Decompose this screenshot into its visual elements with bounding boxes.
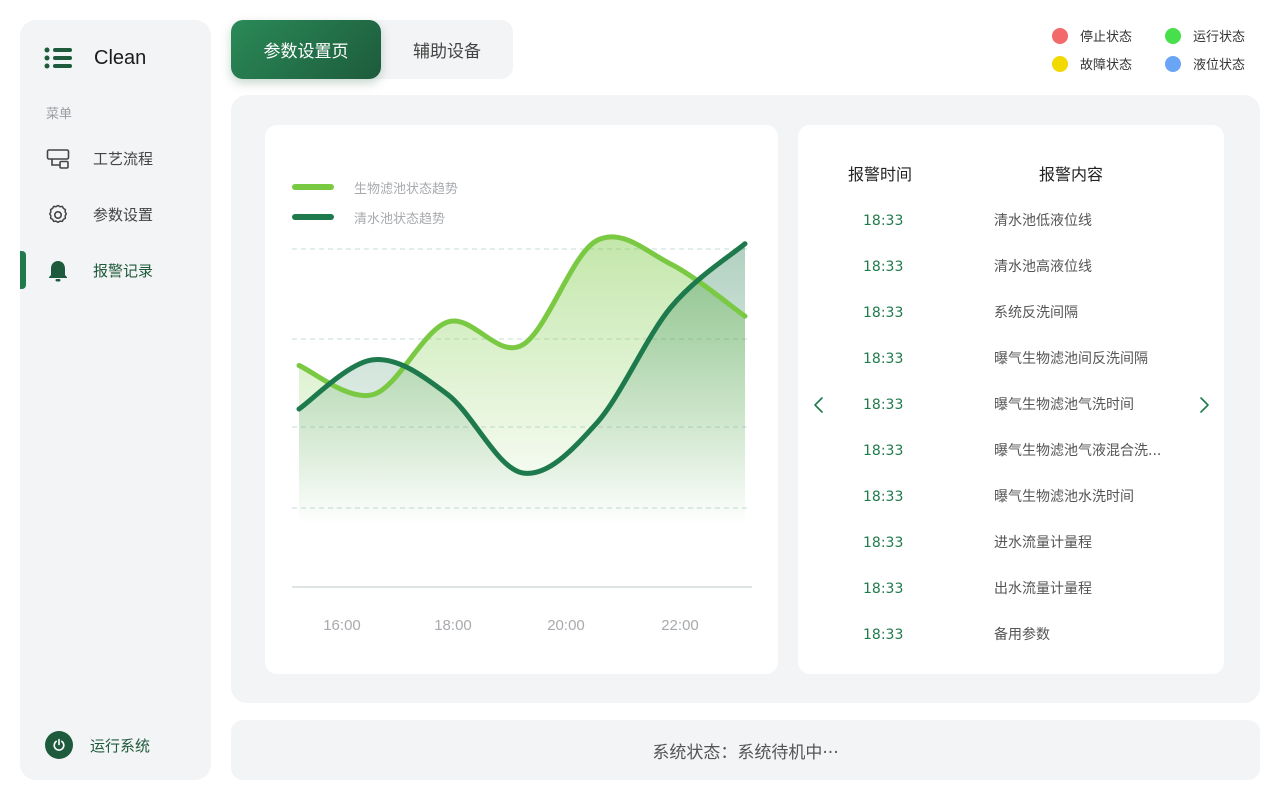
process-flow-icon — [46, 149, 70, 169]
status-legend-item: 停止状态 — [1052, 26, 1132, 45]
status-legend-label: 液位状态 — [1193, 58, 1246, 73]
alarm-row: 18:33 曝气生物滤池气液混合洗... — [798, 428, 1224, 474]
chevron-right-icon[interactable] — [1194, 395, 1214, 415]
alarm-time-header: 报警时间 — [848, 165, 913, 184]
alarm-time: 18:33 — [863, 443, 904, 459]
tab-parameter-settings[interactable]: 参数设置页 — [231, 20, 381, 79]
sidebar-item-label: 参数设置 — [93, 206, 154, 224]
x-tick-label: 22:00 — [661, 617, 699, 634]
alarm-row: 18:33 出水流量计量程 — [798, 566, 1224, 612]
page-tabs: 参数设置页 辅助设备 — [231, 20, 513, 79]
menu-caption: 菜单 — [46, 107, 73, 122]
alarm-content: 备用参数 — [994, 627, 1050, 643]
alarm-content: 曝气生物滤池间反洗间隔 — [994, 351, 1148, 367]
menu-list-icon[interactable] — [44, 46, 74, 70]
alarm-row: 18:33 清水池低液位线 — [798, 198, 1224, 244]
alarm-row: 18:33 曝气生物滤池水洗时间 — [798, 474, 1224, 520]
alarm-row: 18:33 曝气生物滤池间反洗间隔 — [798, 336, 1224, 382]
status-dot — [1165, 27, 1181, 44]
run-system-button[interactable]: 运行系统 — [45, 731, 150, 759]
x-tick-label: 20:00 — [547, 617, 585, 634]
sidebar: Clean 菜单 工艺流程 参数设置 报警记录 运行系统 — [20, 20, 211, 780]
brand: Clean — [44, 44, 146, 72]
alarm-content: 系统反洗间隔 — [994, 305, 1078, 321]
legend-swatch — [292, 184, 334, 190]
status-legend-label: 停止状态 — [1080, 30, 1133, 45]
alarm-content: 曝气生物滤池气液混合洗... — [994, 443, 1162, 459]
legend-label: 清水池状态趋势 — [354, 211, 446, 227]
active-indicator — [20, 251, 26, 289]
status-legend: 停止状态 运行状态 故障状态 液位状态 — [1052, 24, 1262, 74]
x-tick-label: 18:00 — [434, 617, 472, 634]
alarm-record-card: 报警时间 报警内容 18:33 清水池低液位线 18:33 清水池高液位线 18:33 系… — [798, 125, 1224, 674]
alarm-time: 18:33 — [863, 581, 904, 597]
alarm-time: 18:33 — [863, 535, 904, 551]
alarm-content: 清水池高液位线 — [994, 259, 1092, 275]
tab-auxiliary-equipment[interactable]: 辅助设备 — [381, 20, 513, 79]
alarm-time: 18:33 — [863, 259, 904, 275]
legend-label: 生物滤池状态趋势 — [354, 181, 459, 197]
sidebar-item-label: 工艺流程 — [93, 150, 154, 168]
sidebar-item-alarms[interactable]: 报警记录 — [20, 251, 211, 291]
status-dot — [1052, 55, 1068, 72]
x-tick-label: 16:00 — [323, 617, 361, 634]
status-legend-item: 运行状态 — [1165, 26, 1245, 45]
bell-icon — [49, 261, 67, 282]
status-legend-label: 运行状态 — [1193, 30, 1246, 45]
status-legend-label: 故障状态 — [1080, 58, 1133, 73]
alarm-content-header: 报警内容 — [1039, 165, 1104, 184]
chart-legend-item: 清水池状态趋势 — [292, 202, 458, 232]
alarm-time: 18:33 — [863, 305, 904, 321]
alarm-content: 清水池低液位线 — [994, 213, 1092, 229]
alarm-content: 进水流量计量程 — [994, 535, 1092, 551]
status-dot — [1165, 55, 1181, 72]
sidebar-item-settings[interactable]: 参数设置 — [20, 195, 211, 235]
alarm-time: 18:33 — [863, 627, 904, 643]
power-icon — [45, 731, 73, 759]
main-panel: 16:00 18:00 20:00 22:00 生物滤池状态趋势 清水池状态趋势 报警… — [231, 95, 1260, 703]
status-dot — [1052, 27, 1068, 44]
chevron-left-icon[interactable] — [809, 395, 829, 415]
system-status-text: 系统状态：系统待机中··· — [652, 742, 839, 763]
status-legend-item: 故障状态 — [1052, 54, 1132, 73]
trend-chart-card: 16:00 18:00 20:00 22:00 生物滤池状态趋势 清水池状态趋势 — [265, 125, 778, 674]
sidebar-item-process[interactable]: 工艺流程 — [20, 139, 211, 179]
brand-name: Clean — [94, 46, 147, 69]
alarm-row: 18:33 清水池高液位线 — [798, 244, 1224, 290]
legend-swatch — [292, 214, 334, 220]
status-legend-item: 液位状态 — [1165, 54, 1245, 73]
sidebar-item-label: 报警记录 — [93, 262, 154, 280]
alarm-content: 出水流量计量程 — [994, 581, 1092, 597]
alarm-row: 18:33 进水流量计量程 — [798, 520, 1224, 566]
alarm-time: 18:33 — [863, 213, 904, 229]
chart-legend-item: 生物滤池状态趋势 — [292, 172, 458, 202]
alarm-time: 18:33 — [863, 489, 904, 505]
alarm-row: 18:33 备用参数 — [798, 612, 1224, 658]
alarm-content: 曝气生物滤池气洗时间 — [994, 397, 1134, 413]
alarm-row: 18:33 系统反洗间隔 — [798, 290, 1224, 336]
alarm-row: 18:33 曝气生物滤池气洗时间 — [798, 382, 1224, 428]
alarm-time: 18:33 — [863, 351, 904, 367]
run-system-label: 运行系统 — [90, 736, 151, 755]
chart-legend: 生物滤池状态趋势 清水池状态趋势 — [292, 172, 458, 232]
system-status-bar: 系统状态：系统待机中··· — [231, 720, 1260, 780]
alarm-time: 18:33 — [863, 397, 904, 413]
alarm-content: 曝气生物滤池水洗时间 — [994, 489, 1134, 505]
gear-icon — [48, 204, 68, 224]
